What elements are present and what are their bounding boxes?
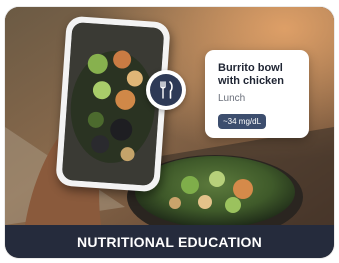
meal-icon-badge xyxy=(146,70,186,110)
card-banner: NUTRITIONAL EDUCATION xyxy=(5,225,334,258)
meal-title: Burrito bowl with chicken xyxy=(218,62,285,87)
meal-icon-badge-inner xyxy=(150,74,182,106)
meal-type-label: Lunch xyxy=(218,93,246,104)
banner-label: NUTRITIONAL EDUCATION xyxy=(77,233,262,250)
glucose-badge: ~34 mg/dL xyxy=(218,114,267,129)
phone-meal-preview xyxy=(61,21,165,187)
phone-screen xyxy=(61,21,165,187)
nutritional-education-card[interactable]: Burrito bowl with chicken Lunch ~34 mg/d… xyxy=(5,7,334,258)
fork-knife-icon xyxy=(160,81,173,99)
meal-photo: Burrito bowl with chicken Lunch ~34 mg/d… xyxy=(5,7,334,225)
meal-info-card: Burrito bowl with chicken Lunch ~34 mg/d… xyxy=(205,50,309,138)
